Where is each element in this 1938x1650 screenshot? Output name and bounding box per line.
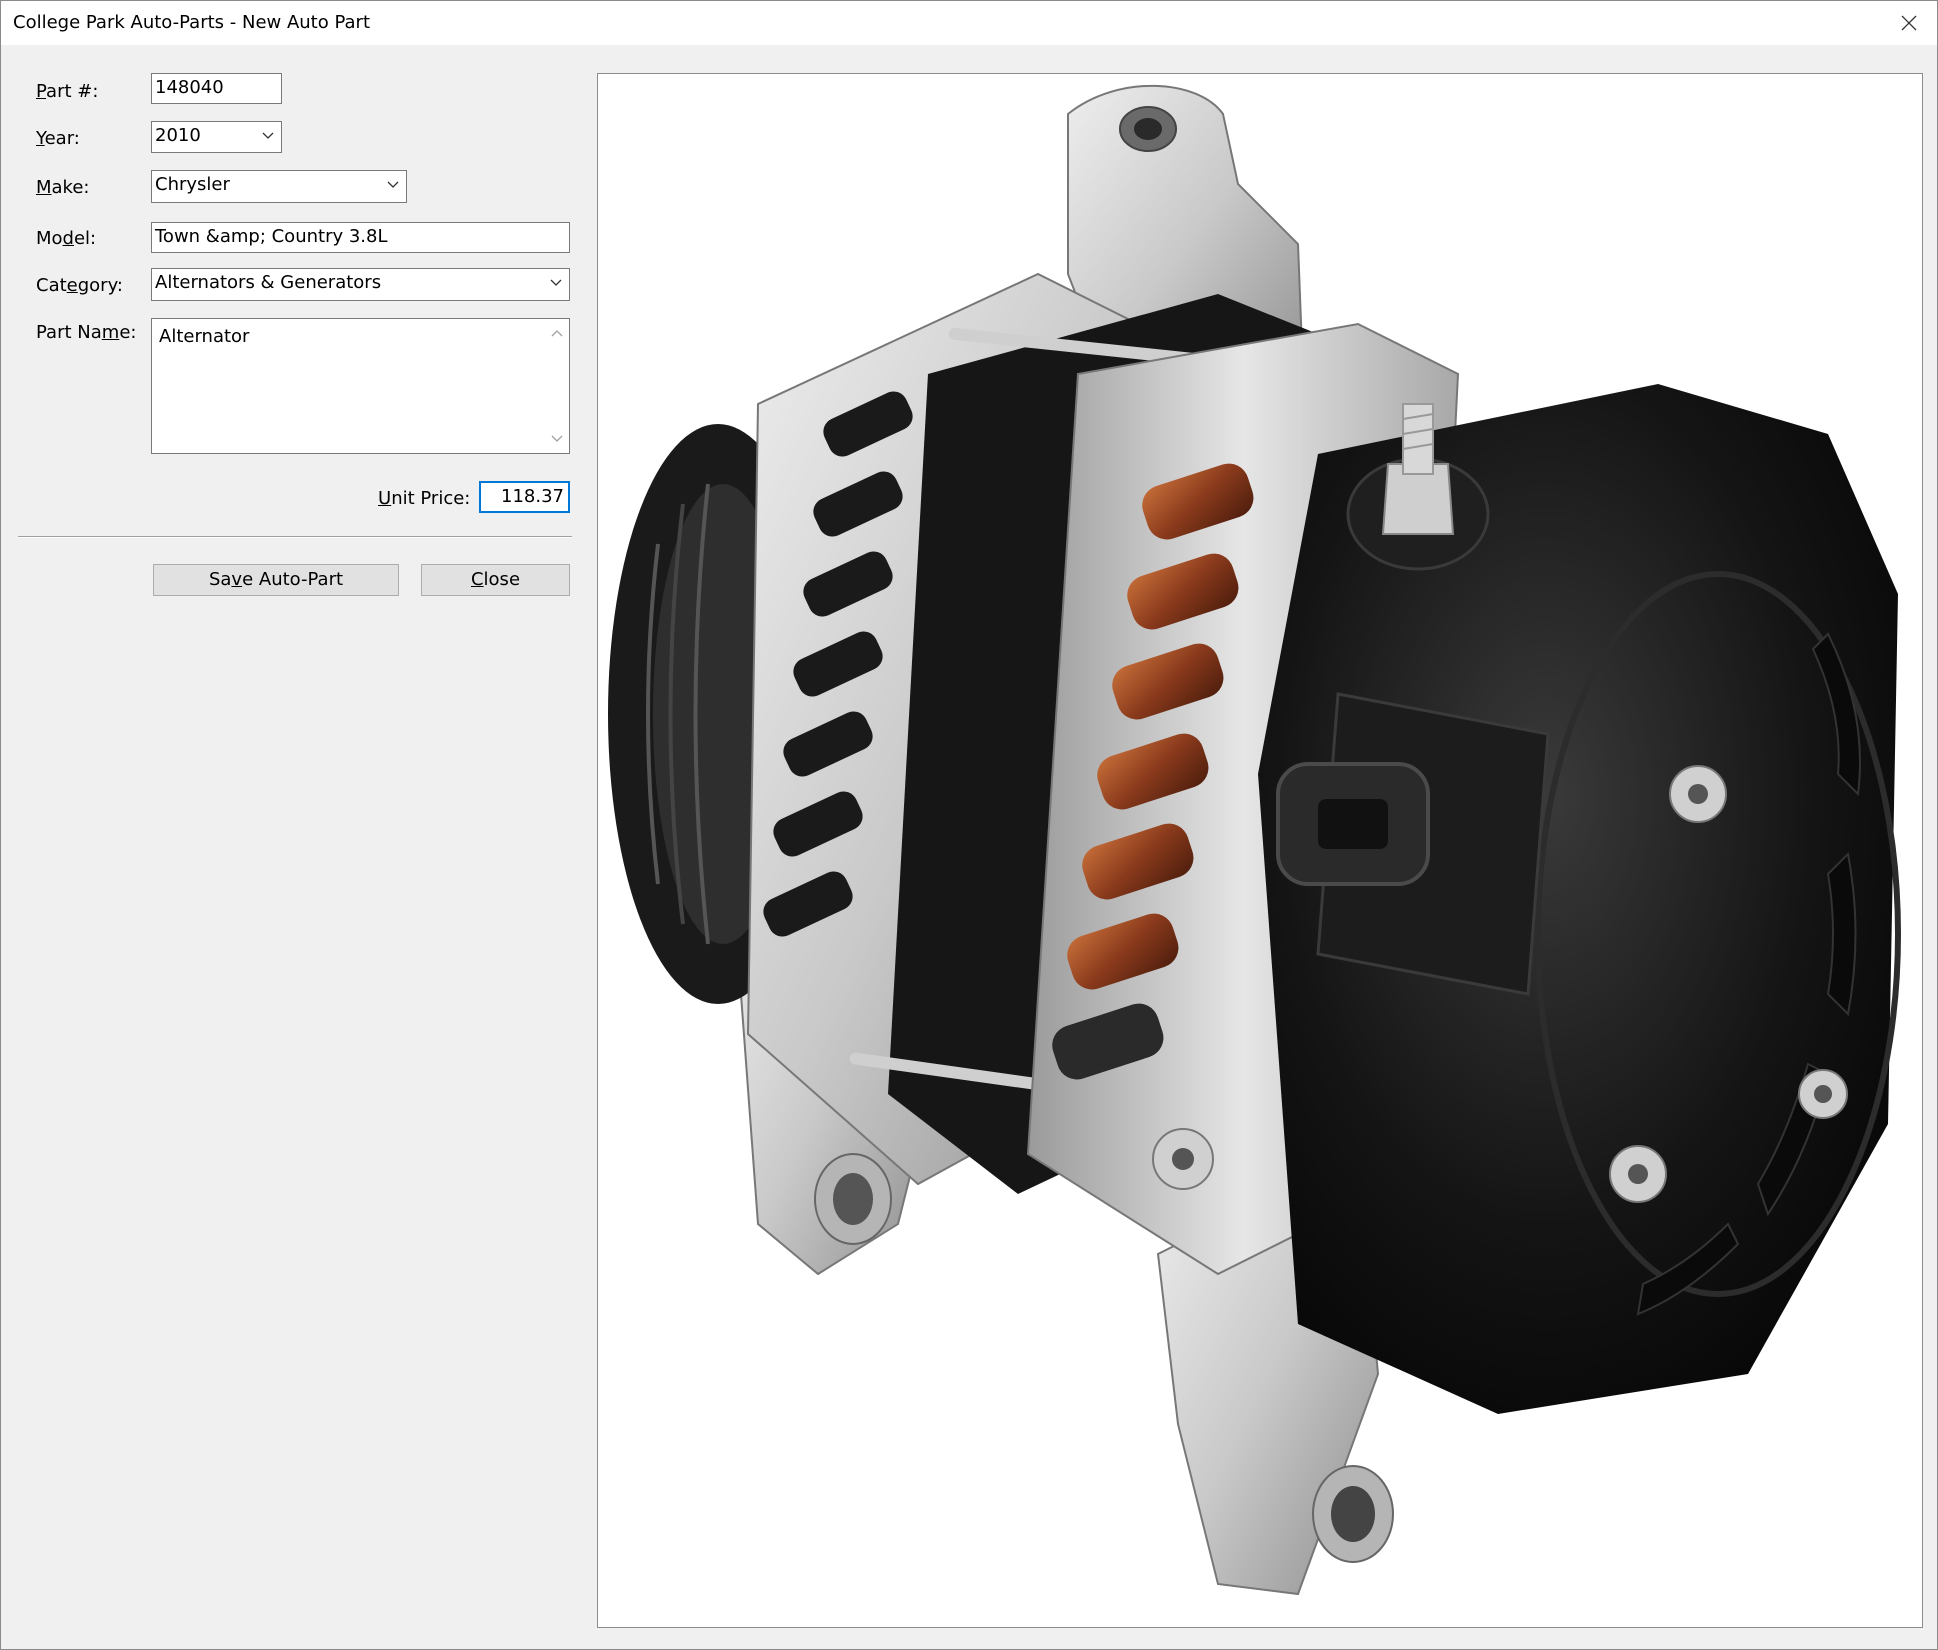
alternator-image — [608, 84, 1901, 1596]
part-name-label: Part Name: — [36, 322, 137, 343]
model-input[interactable]: Town &amp; Country 3.8L — [151, 222, 570, 253]
scroll-up-icon[interactable] — [551, 328, 563, 338]
chevron-down-icon — [387, 181, 399, 188]
title-bar: College Park Auto-Parts - New Auto Part — [1, 1, 1937, 45]
category-label: Category: — [36, 275, 123, 296]
unit-price-label: Unit Price: — [378, 488, 471, 509]
year-label: Year: — [36, 128, 80, 149]
scroll-down-icon[interactable] — [551, 434, 563, 444]
part-name-scrollbar[interactable] — [546, 320, 568, 452]
category-combobox[interactable]: Alternators & Generators — [151, 268, 570, 301]
chevron-down-icon — [262, 132, 274, 139]
form-separator — [18, 536, 572, 538]
model-label: Model: — [36, 228, 97, 249]
unit-price-input[interactable]: 118.37 — [479, 481, 570, 513]
window-title: College Park Auto-Parts - New Auto Part — [13, 12, 371, 33]
part-number-label: Part #: — [36, 81, 99, 102]
year-combobox[interactable]: 2010 — [151, 121, 282, 153]
part-name-textarea[interactable]: Alternator — [151, 318, 570, 454]
new-auto-part-dialog: College Park Auto-Parts - New Auto Part … — [0, 0, 1938, 1650]
chevron-down-icon — [550, 279, 562, 286]
window-close-button[interactable] — [1879, 1, 1937, 45]
part-picture — [597, 73, 1923, 1628]
part-number-input[interactable]: 148040 — [151, 73, 282, 104]
save-auto-part-button[interactable]: Save Auto-Part — [153, 564, 399, 596]
close-icon — [1901, 15, 1917, 31]
close-button[interactable]: Close — [421, 564, 570, 596]
make-combobox[interactable]: Chrysler — [151, 170, 407, 203]
make-label: Make: — [36, 177, 90, 198]
